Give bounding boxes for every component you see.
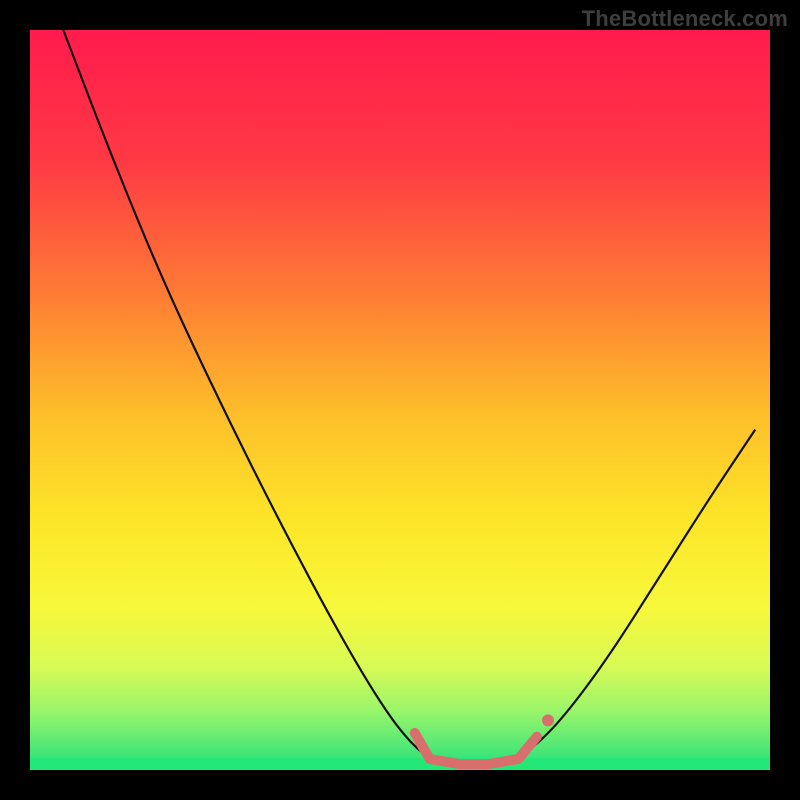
bottleneck-chart <box>0 0 800 800</box>
watermark-text: TheBottleneck.com <box>582 6 788 32</box>
chart-frame: TheBottleneck.com <box>0 0 800 800</box>
optimal-range-dot <box>542 714 554 726</box>
green-floor-band <box>30 758 770 770</box>
gradient-background <box>30 30 770 770</box>
